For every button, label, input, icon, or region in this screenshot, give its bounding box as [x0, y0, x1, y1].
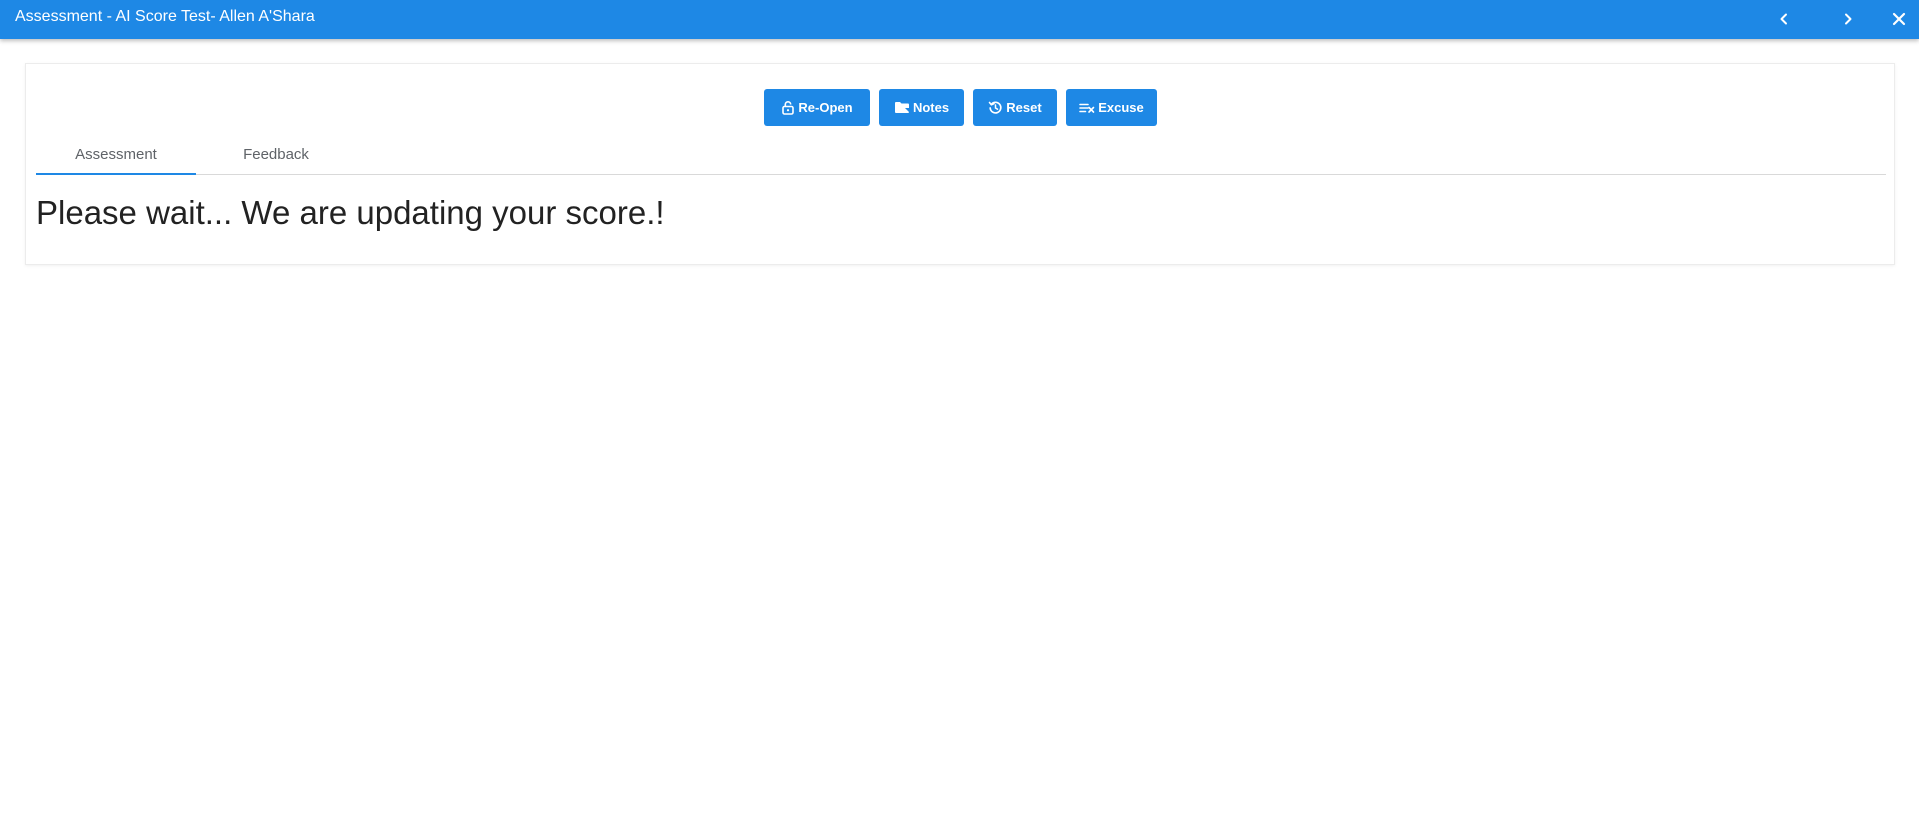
reopen-button[interactable]: Re-Open — [764, 89, 870, 126]
assessment-card: Re-Open Notes Reset Excuse Assessment Fe… — [25, 63, 1895, 265]
close-icon — [1892, 12, 1906, 26]
previous-button[interactable] — [1771, 6, 1797, 32]
chevron-left-icon — [1778, 13, 1790, 25]
status-message: Please wait... We are updating your scor… — [36, 194, 665, 231]
action-toolbar: Re-Open Notes Reset Excuse — [26, 89, 1894, 126]
lock-open-icon — [781, 100, 795, 115]
reset-button[interactable]: Reset — [973, 89, 1057, 126]
close-button[interactable] — [1886, 6, 1912, 32]
excuse-label: Excuse — [1098, 100, 1144, 115]
restore-icon — [988, 100, 1003, 115]
notes-button[interactable]: Notes — [879, 89, 964, 126]
tab-bar: Assessment Feedback — [36, 134, 1886, 175]
excuse-button[interactable]: Excuse — [1066, 89, 1157, 126]
excuse-icon — [1079, 101, 1095, 114]
next-button[interactable] — [1835, 6, 1861, 32]
top-app-bar: Assessment - AI Score Test- Allen A'Shar… — [0, 0, 1919, 39]
window-title: Assessment - AI Score Test- Allen A'Shar… — [15, 8, 315, 25]
notes-label: Notes — [912, 100, 950, 115]
active-tab-indicator — [36, 173, 196, 175]
tab-assessment[interactable]: Assessment — [36, 134, 196, 175]
chevron-right-icon — [1842, 13, 1854, 25]
folder-icon — [894, 101, 910, 114]
tab-feedback[interactable]: Feedback — [196, 134, 356, 175]
reset-label: Reset — [1006, 100, 1042, 115]
reopen-label: Re-Open — [798, 100, 853, 115]
